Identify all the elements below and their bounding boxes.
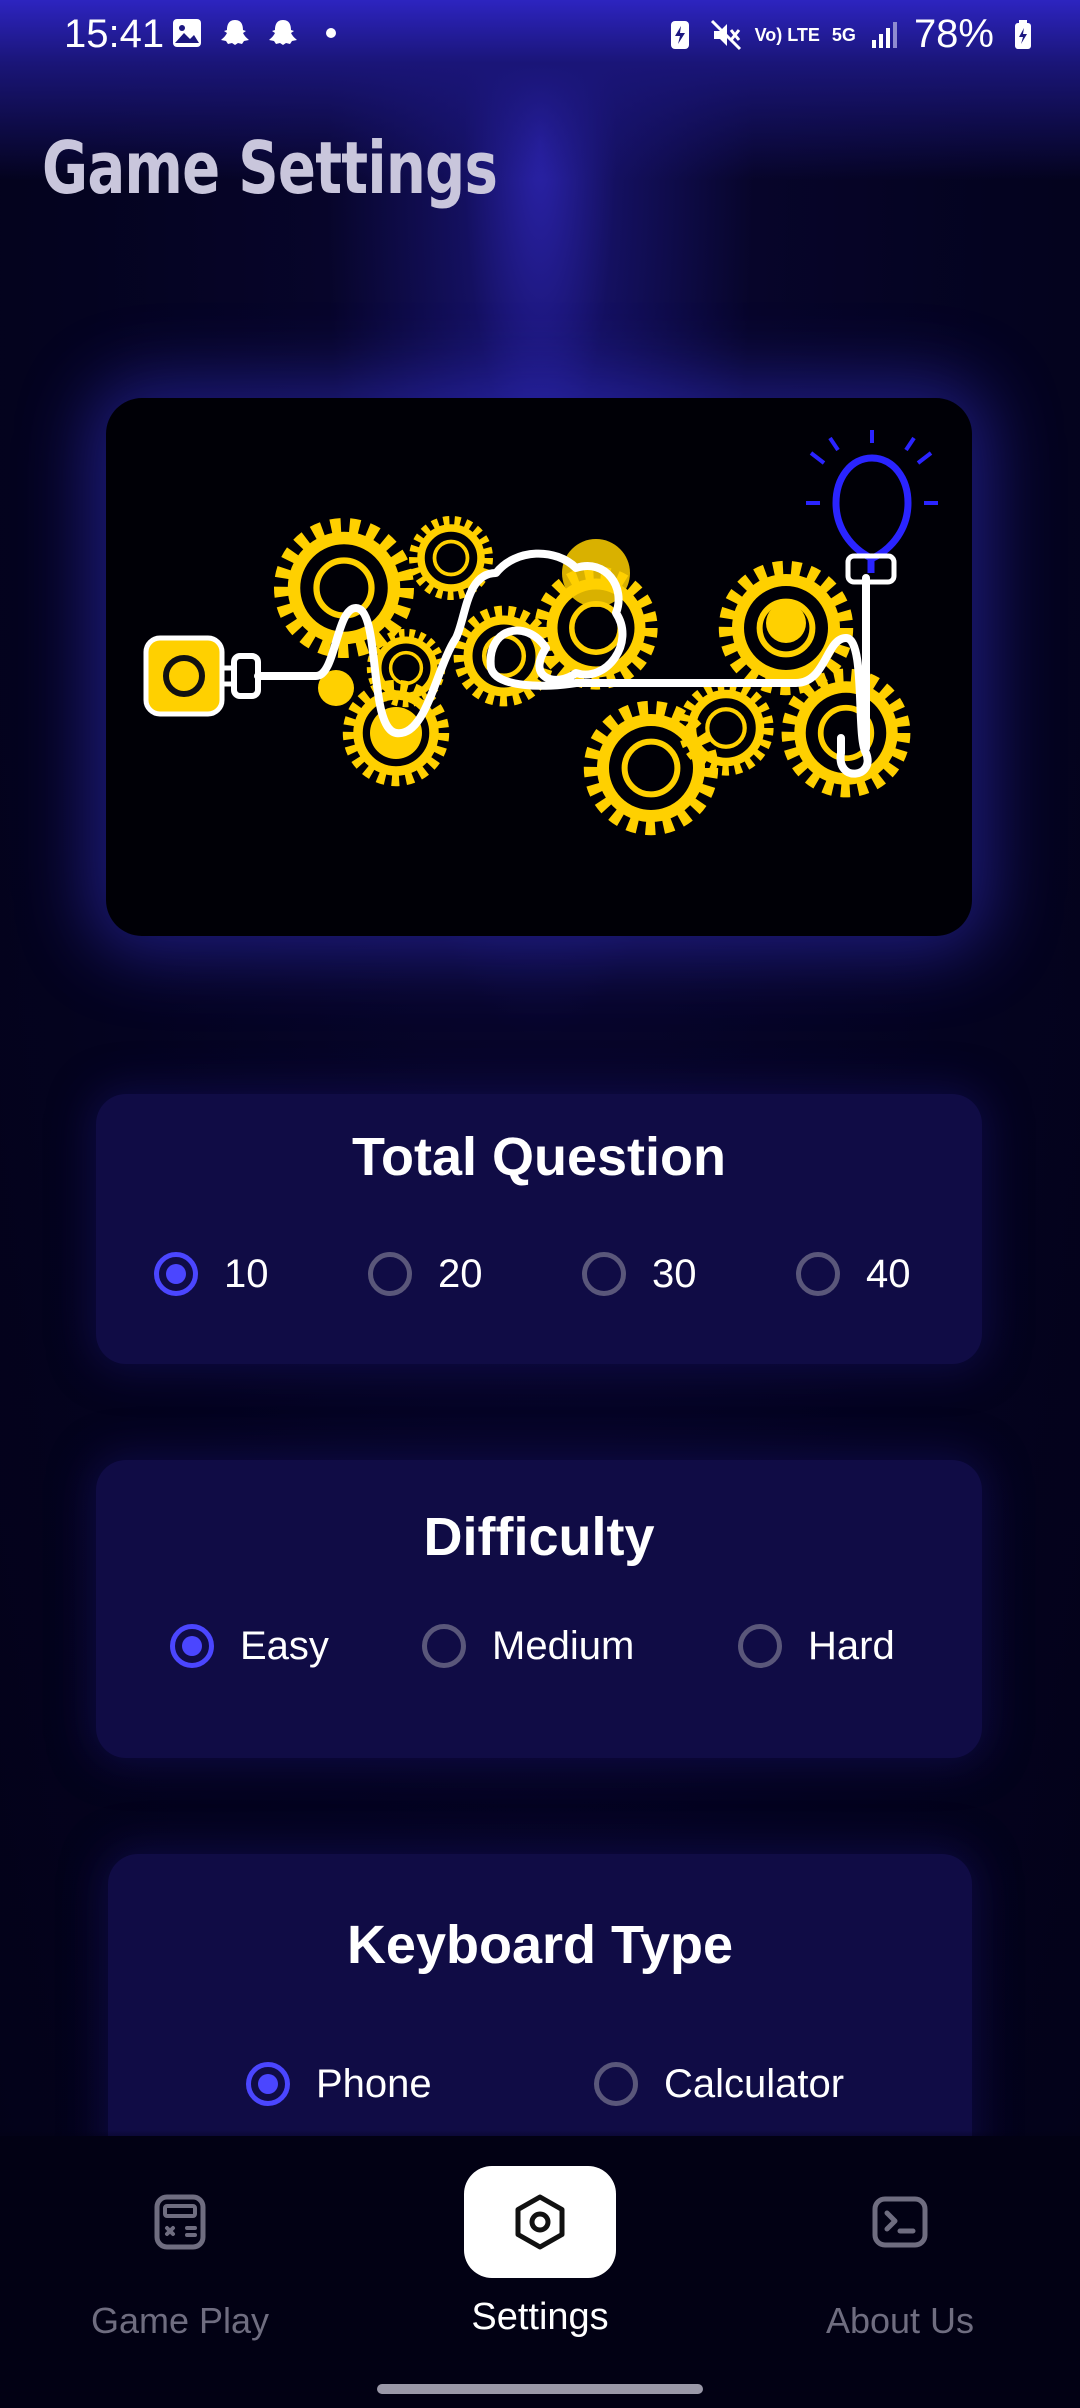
settings-hexagon-icon	[515, 2194, 565, 2250]
lightbulb-icon	[806, 430, 938, 585]
difficulty-option-easy[interactable]: Easy	[170, 1616, 329, 1676]
total-question-option-10[interactable]: 10	[154, 1244, 269, 1304]
option-label: Medium	[492, 1623, 635, 1668]
option-label: 40	[866, 1251, 911, 1296]
radio-button[interactable]	[582, 1252, 626, 1296]
battery-percent: 78%	[913, 12, 994, 56]
option-label: Calculator	[664, 2061, 845, 2106]
option-label: 10	[224, 1251, 269, 1296]
radio-button[interactable]	[368, 1252, 412, 1296]
page-title: Game Settings	[42, 126, 498, 210]
notification-icons	[170, 16, 348, 50]
system-status: Vo) LTE 5G 78%	[663, 12, 1040, 57]
radio-button-selected[interactable]	[246, 2062, 290, 2106]
illustration-card	[106, 398, 972, 936]
total-question-title: Total Question	[352, 1127, 726, 1187]
total-question-option-40[interactable]: 40	[796, 1244, 911, 1304]
signal-icon	[871, 21, 897, 48]
difficulty-card: Difficulty Easy Medium Hard	[96, 1460, 982, 1758]
gears-lightbulb-illustration	[143, 430, 938, 936]
total-question-card: Total Question 10 20 30 40	[96, 1094, 982, 1364]
option-label: 20	[438, 1251, 483, 1296]
nav-label-active: Settings	[471, 2296, 609, 2338]
status-time: 15:41	[64, 12, 165, 56]
keyboard-type-title: Keyboard Type	[346, 1915, 734, 1975]
bottom-navigation: Game Play Settings About Us	[0, 2136, 1080, 2408]
nav-label: About Us	[825, 2300, 975, 2341]
nav-item-game-play[interactable]: Game Play	[40, 2136, 320, 2346]
battery-saver-icon	[670, 20, 689, 49]
radio-button[interactable]	[738, 1624, 782, 1668]
network-type: 5G	[831, 24, 856, 45]
option-label: 30	[652, 1251, 697, 1296]
total-question-options: 10 20 30 40	[96, 1244, 982, 1304]
radio-button[interactable]	[594, 2062, 638, 2106]
plug	[143, 635, 261, 717]
nav-item-settings[interactable]: Settings	[400, 2136, 680, 2346]
nav-item-about-us[interactable]: About Us	[760, 2136, 1040, 2346]
calculator-icon	[154, 2194, 206, 2250]
nav-icon-container[interactable]	[104, 2166, 256, 2278]
option-label: Phone	[316, 2061, 432, 2106]
nav-label: Game Play	[90, 2300, 270, 2341]
more-notifications-dot-icon	[326, 28, 336, 38]
keyboard-option-phone[interactable]: Phone	[246, 2054, 432, 2114]
nav-icon-container[interactable]	[824, 2166, 976, 2278]
radio-button[interactable]	[422, 1624, 466, 1668]
difficulty-title: Difficulty	[423, 1507, 655, 1567]
snapchat-icon	[269, 20, 297, 45]
option-label: Easy	[240, 1623, 329, 1668]
battery-charging-icon	[1015, 19, 1031, 49]
status-bar: 15:41 Vo) LTE 5G 78%	[0, 0, 1080, 72]
option-label: Hard	[808, 1623, 895, 1668]
difficulty-options: Easy Medium Hard	[96, 1616, 982, 1676]
terminal-icon	[872, 2196, 928, 2248]
difficulty-option-medium[interactable]: Medium	[422, 1616, 634, 1676]
radio-button[interactable]	[796, 1252, 840, 1296]
keyboard-type-options: Phone Calculator	[108, 2054, 972, 2114]
mute-icon	[710, 19, 741, 50]
nav-icon-container-active[interactable]	[464, 2166, 616, 2278]
total-question-option-30[interactable]: 30	[582, 1244, 697, 1304]
volte-indicator: Vo) LTE	[754, 24, 820, 45]
total-question-option-20[interactable]: 20	[368, 1244, 483, 1304]
snapchat-icon	[221, 20, 249, 45]
radio-button-selected[interactable]	[154, 1252, 198, 1296]
gallery-icon	[173, 19, 201, 47]
home-indicator[interactable]	[377, 2384, 703, 2394]
difficulty-option-hard[interactable]: Hard	[738, 1616, 895, 1676]
keyboard-option-calculator[interactable]: Calculator	[594, 2054, 844, 2114]
radio-button-selected[interactable]	[170, 1624, 214, 1668]
